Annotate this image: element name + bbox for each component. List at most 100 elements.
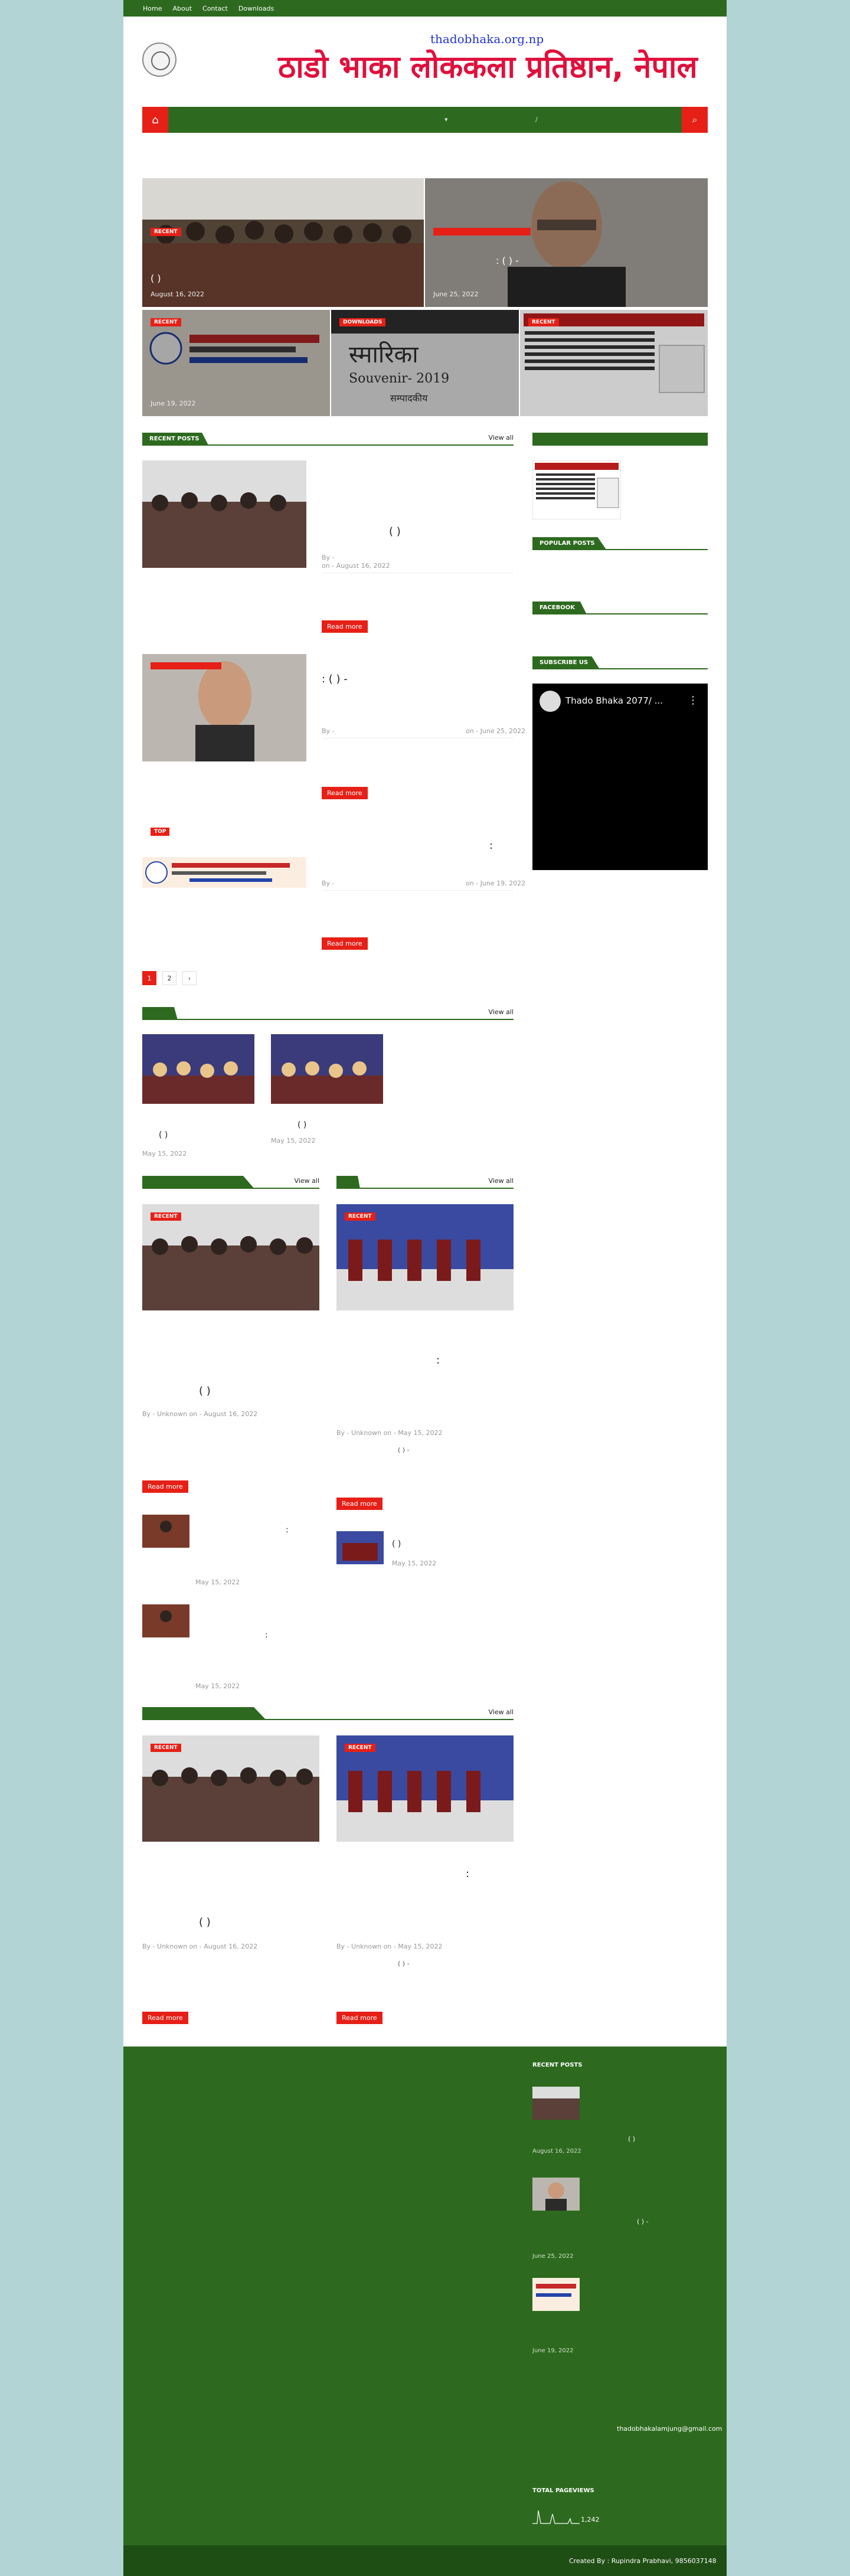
divider: [322, 890, 514, 891]
post-title[interactable]: :: [466, 1868, 469, 1880]
post-meta: By - Unknown on - May 15, 2022: [336, 1943, 443, 1950]
page-2[interactable]: 2: [162, 971, 176, 985]
read-more-button[interactable]: Read more: [142, 2012, 188, 2024]
post-date: on - June 19, 2022: [466, 880, 526, 887]
read-more-button[interactable]: Read more: [322, 787, 368, 799]
footer-post-thumbnail[interactable]: [532, 2178, 580, 2211]
banner-url: thadobhaka.org.np: [430, 32, 544, 46]
read-more-button[interactable]: Read more: [322, 937, 368, 950]
post-date: May 15, 2022: [392, 1560, 437, 1567]
top-link-home[interactable]: Home: [143, 5, 162, 12]
featured-red-label: [433, 228, 531, 236]
pageviews-heading: TOTAL PAGEVIEWS: [532, 2487, 594, 2494]
video-title[interactable]: Thado Bhaka 2077/ ...: [565, 695, 663, 706]
nav-item-2-dropdown[interactable]: ▾: [444, 107, 448, 133]
post-thumbnail[interactable]: [142, 857, 306, 888]
post-title[interactable]: ( ): [199, 1385, 211, 1397]
post-thumbnail[interactable]: [142, 460, 306, 568]
post-date: May 15, 2022: [195, 1682, 240, 1690]
post-title[interactable]: :: [286, 1525, 289, 1535]
post-thumbnail-small[interactable]: [142, 1515, 189, 1548]
post-meta: By - Unknown on - August 16, 2022: [142, 1943, 258, 1950]
read-more-button[interactable]: Read more: [322, 620, 368, 633]
post-thumbnail-small[interactable]: [142, 1604, 189, 1637]
video-thumbnail[interactable]: [142, 1034, 254, 1104]
video-thumbnail[interactable]: [271, 1034, 383, 1104]
view-all-link[interactable]: View all: [489, 434, 514, 442]
read-more-button[interactable]: Read more: [142, 1480, 188, 1493]
footer-post-thumbnail[interactable]: [532, 2087, 580, 2120]
souvenir-editorial: सम्पादकीय: [390, 393, 428, 404]
post-date: May 15, 2022: [195, 1578, 240, 1586]
nav-item-4[interactable]: [630, 107, 632, 133]
post-author: By -: [322, 880, 335, 887]
post-author: By -: [322, 727, 335, 735]
nav-item-3[interactable]: /: [535, 107, 538, 133]
site-footer: RECENT POSTS ( ) August 16, 2022 ( ) - J…: [123, 2047, 727, 2545]
view-all-link[interactable]: View all: [489, 1008, 514, 1016]
subscribe-header: SUBSCRIBE US: [532, 656, 708, 669]
post-title[interactable]: ( ): [389, 525, 401, 538]
featured-tile-4[interactable]: DOWNLOADS स्मारिका Souvenir- 2019 सम्पाद…: [331, 310, 519, 416]
featured-tile-1[interactable]: RECENT ( ) August 16, 2022: [142, 178, 424, 307]
badge-downloads: DOWNLOADS: [339, 318, 386, 326]
main-nav: ⌂ ▾ / ⌕: [142, 107, 708, 133]
footer-post-thumbnail[interactable]: [532, 2278, 580, 2311]
top-link-about[interactable]: About: [172, 5, 192, 12]
post-title[interactable]: ( ): [199, 1916, 211, 1928]
post-title[interactable]: :: [265, 1630, 268, 1640]
more-options-icon[interactable]: ⋮: [688, 694, 698, 707]
pageviews-sparkline: [532, 2510, 580, 2524]
souvenir-title: स्मारिका: [349, 341, 419, 368]
post-title[interactable]: ( ): [392, 1539, 401, 1549]
featured-tile-2[interactable]: : ( ) - June 25, 2022: [425, 178, 708, 307]
portrait-photo: [425, 178, 708, 307]
badge-recent: RECENT: [528, 318, 559, 326]
view-all-link[interactable]: View all: [489, 1708, 514, 1716]
sidebar-notice-image[interactable]: [532, 460, 621, 519]
post-meta: By - Unknown on - May 15, 2022: [336, 1429, 443, 1437]
post-title[interactable]: :: [436, 1354, 440, 1367]
post-date: on - August 16, 2022: [322, 562, 390, 570]
post-thumbnail-small[interactable]: [336, 1531, 384, 1564]
page: Home About Contact Downloads thadobhaka.…: [123, 0, 727, 2576]
facebook-header: FACEBOOK: [532, 601, 708, 614]
souvenir-subtitle: Souvenir- 2019: [349, 371, 450, 386]
section4-header: View all: [142, 1707, 514, 1720]
footer-post-title[interactable]: ( ): [628, 2135, 635, 2143]
youtube-embed[interactable]: Thado Bhaka 2077/ ... ⋮: [532, 684, 708, 870]
post-title[interactable]: :: [489, 839, 493, 852]
recent-posts-header: RECENT POSTS View all: [142, 433, 514, 446]
view-all-link[interactable]: View all: [295, 1177, 319, 1185]
post-thumbnail[interactable]: [142, 654, 306, 761]
post-title[interactable]: ( ): [159, 1130, 168, 1140]
page-next[interactable]: ›: [182, 971, 197, 985]
view-all-link[interactable]: View all: [489, 1177, 514, 1185]
page-1[interactable]: 1: [142, 971, 156, 985]
footer-post-title[interactable]: ( ) -: [637, 2218, 649, 2225]
featured-tile-5[interactable]: RECENT: [520, 310, 708, 416]
post-excerpt: ( ) -: [398, 1960, 410, 1967]
read-more-button[interactable]: Read more: [336, 2012, 382, 2024]
home-icon[interactable]: ⌂: [142, 107, 168, 133]
pageviews-count: 1,242: [581, 2516, 600, 2523]
post-title[interactable]: ( ): [298, 1120, 306, 1130]
badge-recent: RECENT: [345, 1744, 375, 1752]
top-bar: Home About Contact Downloads: [123, 0, 727, 17]
post-excerpt: ( ) -: [398, 1446, 410, 1454]
badge-recent: RECENT: [151, 1744, 181, 1752]
top-link-downloads[interactable]: Downloads: [238, 5, 274, 12]
top-link-contact[interactable]: Contact: [202, 5, 228, 12]
site-logo[interactable]: [142, 43, 176, 77]
post-title[interactable]: : ( ) -: [322, 673, 348, 685]
badge-top: TOP: [151, 828, 170, 836]
group-photo: [142, 178, 424, 307]
search-icon[interactable]: ⌕: [682, 107, 708, 133]
site-banner[interactable]: thadobhaka.org.np ठाडो भाका लोककला प्रति…: [278, 32, 715, 85]
nav-item-1[interactable]: [293, 107, 295, 133]
footer-email[interactable]: thadobhakalamjung@gmail.com: [617, 2424, 722, 2433]
read-more-button[interactable]: Read more: [336, 1498, 382, 1510]
featured-title: : ( ) -: [496, 255, 519, 266]
pagination: 1 2 ›: [142, 971, 197, 985]
featured-tile-3[interactable]: RECENT June 19, 2022: [142, 310, 330, 416]
